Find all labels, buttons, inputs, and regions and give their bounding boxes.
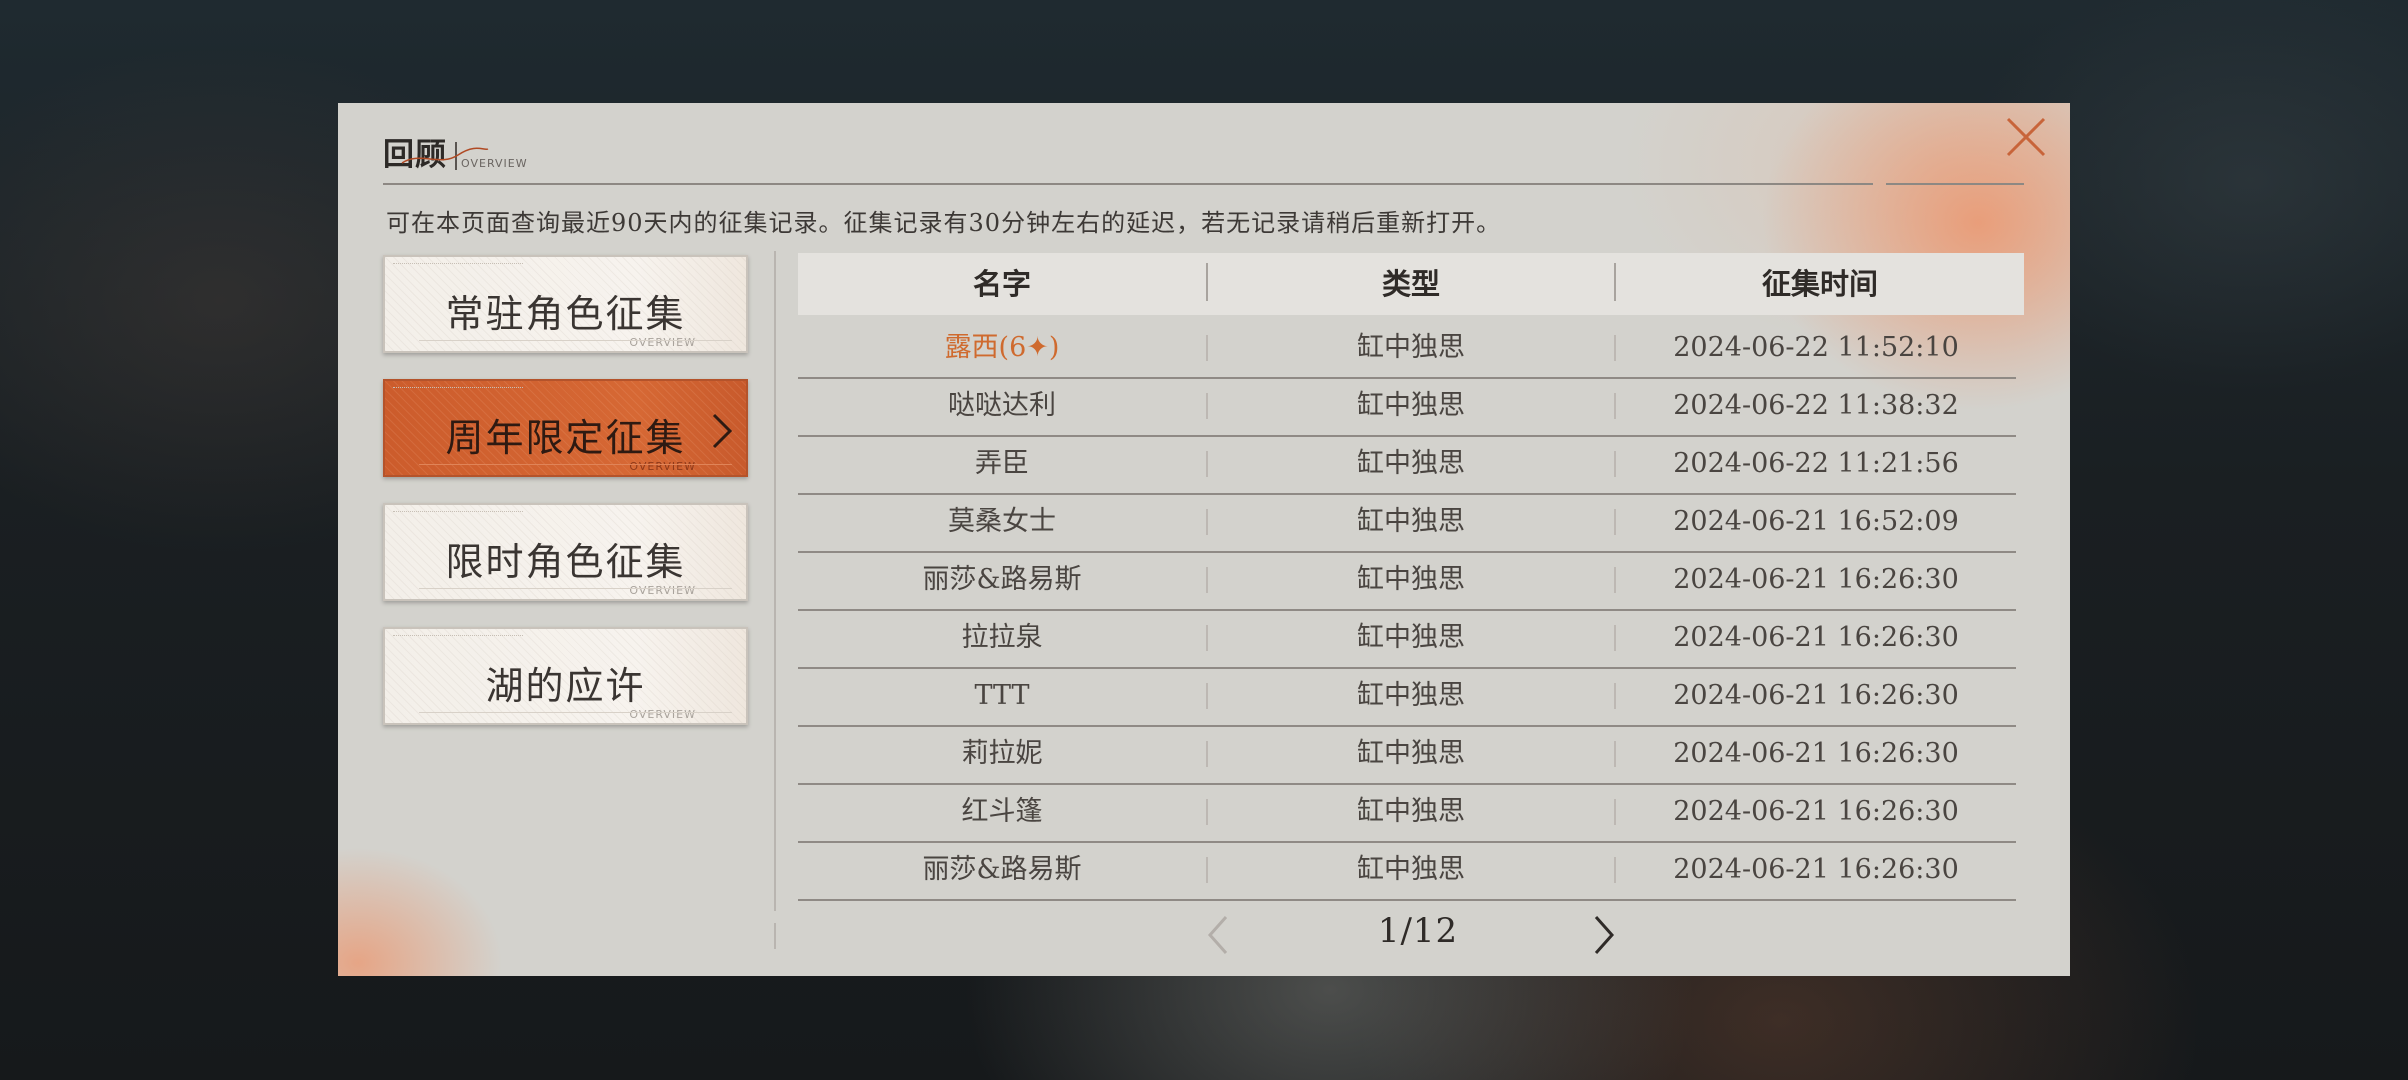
row-time: 2024-06-21 16:26:30 [1673, 796, 1959, 827]
table-row: 红斗篷 缸中独思 2024-06-21 16:26:30 [798, 783, 2016, 843]
category-label: 周年限定征集 [445, 416, 686, 460]
row-type: 缸中独思 [1357, 506, 1465, 537]
row-name: 丽莎&路易斯 [922, 854, 1082, 885]
game-background: 回顾 OVERVIEW 可在本页面查询最近90天内的征集记录。征集记录有30分钟… [0, 0, 2408, 1080]
category-tag: OVERVIEW [629, 460, 696, 473]
next-page-button[interactable] [1586, 911, 1622, 959]
row-type: 缸中独思 [1357, 738, 1465, 769]
table-row: 露西(6✦) 缸中独思 2024-06-22 11:52:10 [798, 319, 2016, 379]
category-tag: OVERVIEW [629, 336, 696, 349]
row-time: 2024-06-21 16:26:30 [1673, 622, 1959, 653]
category-label: 常驻角色征集 [445, 292, 686, 336]
category-deco-line [393, 387, 523, 389]
row-type: 缸中独思 [1357, 564, 1465, 595]
row-time: 2024-06-22 11:21:56 [1673, 448, 1959, 479]
table-row: 拉拉泉 缸中独思 2024-06-21 16:26:30 [798, 609, 2016, 669]
page-indicator: 1/12 [1377, 911, 1459, 951]
chevron-right-icon [712, 413, 733, 449]
prev-page-button[interactable] [1200, 911, 1236, 959]
row-time: 2024-06-21 16:26:30 [1673, 854, 1959, 885]
row-type: 缸中独思 [1357, 680, 1465, 711]
row-name: 弄臣 [975, 448, 1029, 479]
table-row: TTT 缸中独思 2024-06-21 16:26:30 [798, 667, 2016, 727]
table-row: 丽莎&路易斯 缸中独思 2024-06-21 16:26:30 [798, 551, 2016, 611]
table-header: 名字 类型 征集时间 [798, 253, 2024, 315]
chevron-right-icon [1594, 916, 1615, 954]
category-deco-line [393, 635, 523, 637]
row-time: 2024-06-22 11:38:32 [1673, 390, 1959, 421]
row-time: 2024-06-21 16:26:30 [1673, 564, 1959, 595]
table-row: 弄臣 缸中独思 2024-06-22 11:21:56 [798, 435, 2016, 495]
category-tag: OVERVIEW [629, 708, 696, 721]
category-anniversary-summon[interactable]: 周年限定征集 OVERVIEW [383, 379, 748, 477]
category-deco-line [393, 511, 523, 513]
category-label: 限时角色征集 [445, 540, 686, 584]
close-icon [2006, 117, 2046, 157]
row-name: 露西(6✦) [944, 332, 1060, 363]
row-type: 缸中独思 [1357, 448, 1465, 479]
row-name: 莉拉妮 [961, 738, 1043, 769]
row-name: TTT [974, 680, 1030, 711]
close-button[interactable] [1998, 109, 2054, 165]
category-underline [419, 464, 732, 465]
category-tag: OVERVIEW [629, 584, 696, 597]
header-rule-end [1886, 183, 2024, 185]
row-name: 拉拉泉 [961, 622, 1043, 653]
column-header-name: 名字 [972, 267, 1031, 301]
chevron-left-icon [1207, 916, 1228, 954]
row-name: 红斗篷 [961, 796, 1043, 827]
row-type: 缸中独思 [1357, 622, 1465, 653]
overview-panel: 回顾 OVERVIEW 可在本页面查询最近90天内的征集记录。征集记录有30分钟… [338, 103, 2070, 976]
category-underline [419, 588, 732, 589]
row-type: 缸中独思 [1357, 796, 1465, 827]
row-name: 莫桑女士 [948, 506, 1056, 537]
category-underline [419, 712, 732, 713]
table-row: 哒哒达利 缸中独思 2024-06-22 11:38:32 [798, 377, 2016, 437]
header-rule [383, 183, 1855, 185]
category-limited-summon[interactable]: 限时角色征集 OVERVIEW [383, 503, 748, 601]
header-rule-short [1819, 183, 1873, 185]
row-name: 哒哒达利 [948, 390, 1056, 421]
table-row: 莉拉妮 缸中独思 2024-06-21 16:26:30 [798, 725, 2016, 785]
description-text: 可在本页面查询最近90天内的征集记录。征集记录有30分钟左右的延迟，若无记录请稍… [386, 209, 1502, 237]
table-row: 莫桑女士 缸中独思 2024-06-21 16:52:09 [798, 493, 2016, 553]
row-name: 丽莎&路易斯 [922, 564, 1082, 595]
category-lake-promise[interactable]: 湖的应许 OVERVIEW [383, 627, 748, 725]
panel-divider [774, 251, 776, 911]
row-time: 2024-06-22 11:52:10 [1673, 332, 1959, 363]
title-swoosh-decoration [401, 147, 489, 164]
row-time: 2024-06-21 16:26:30 [1673, 738, 1959, 769]
row-type: 缸中独思 [1357, 332, 1465, 363]
column-header-type: 类型 [1381, 267, 1440, 301]
category-label: 湖的应许 [485, 664, 646, 708]
row-type: 缸中独思 [1357, 854, 1465, 885]
column-header-time: 征集时间 [1761, 267, 1878, 301]
row-time: 2024-06-21 16:52:09 [1673, 506, 1959, 537]
category-standard-summon[interactable]: 常驻角色征集 OVERVIEW [383, 255, 748, 353]
category-underline [419, 340, 732, 341]
panel-divider-stub [774, 923, 776, 949]
row-type: 缸中独思 [1357, 390, 1465, 421]
row-time: 2024-06-21 16:26:30 [1673, 680, 1959, 711]
category-deco-line [393, 263, 523, 265]
table-row: 丽莎&路易斯 缸中独思 2024-06-21 16:26:30 [798, 841, 2016, 901]
